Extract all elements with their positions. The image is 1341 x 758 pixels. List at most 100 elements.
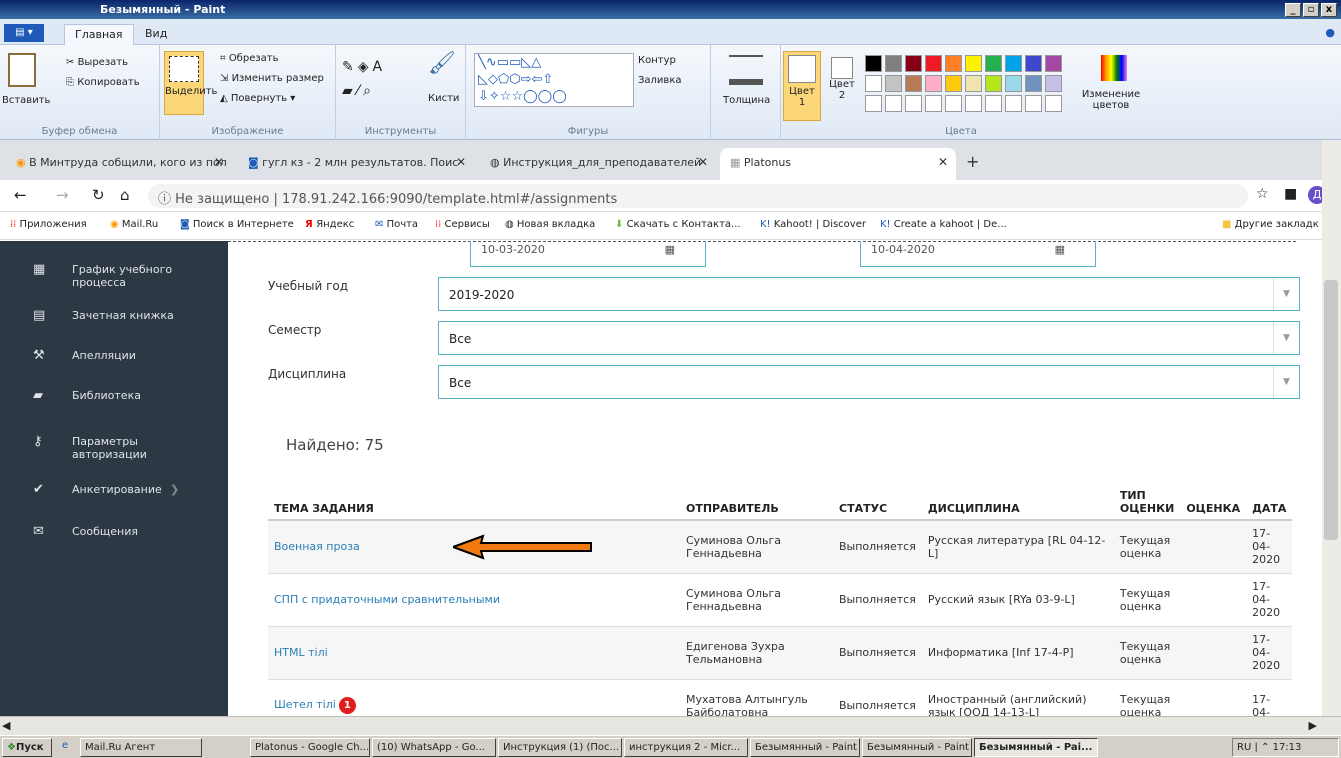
sidebar-item-appeals[interactable]: ⚒ Апелляции bbox=[0, 337, 228, 377]
assignment-link[interactable]: Военная проза bbox=[268, 519, 680, 573]
resize-button[interactable]: ⇲ Изменить размер bbox=[220, 73, 324, 84]
color-swatch[interactable] bbox=[865, 55, 882, 72]
sidebar-item-schedule[interactable]: ▦ График учебного процесса bbox=[0, 251, 228, 291]
taskbar-item-chrome-platonus[interactable]: Platonus - Google Ch... bbox=[250, 738, 370, 757]
browser-tab-1[interactable]: ◉ В Минтруда собщили, кого из пол ✕ bbox=[6, 148, 232, 180]
color-swatch[interactable] bbox=[925, 75, 942, 92]
start-button[interactable]: ❖Пуск bbox=[2, 738, 52, 757]
taskbar-item-chrome-whatsapp[interactable]: (10) WhatsApp - Go... bbox=[372, 738, 496, 757]
color-swatch[interactable] bbox=[985, 95, 1002, 112]
assignment-link[interactable]: HTML тілі bbox=[268, 625, 680, 679]
close-tab-icon[interactable]: ✕ bbox=[698, 155, 708, 169]
tool-icons-row1[interactable]: ✎◈A bbox=[342, 59, 386, 75]
color-swatch[interactable] bbox=[945, 95, 962, 112]
color-swatch[interactable] bbox=[1025, 75, 1042, 92]
col-grade[interactable]: ОЦЕНКА bbox=[1180, 476, 1247, 521]
color-swatch[interactable] bbox=[945, 55, 962, 72]
col-grade-type[interactable]: ТИП ОЦЕНКИ bbox=[1113, 476, 1181, 521]
color-swatch[interactable] bbox=[1045, 55, 1062, 72]
extension-icon[interactable]: ■ bbox=[1284, 186, 1297, 202]
color-swatch[interactable] bbox=[1005, 95, 1022, 112]
select-button[interactable]: Выделить bbox=[164, 51, 217, 115]
calendar-icon[interactable]: ▦ bbox=[665, 243, 675, 256]
bookmark-mailru[interactable]: ◉ Mail.Ru bbox=[110, 219, 158, 230]
ie-icon[interactable]: e bbox=[62, 740, 68, 751]
color-swatch[interactable] bbox=[905, 75, 922, 92]
scroll-right-icon[interactable]: ▶ bbox=[1309, 719, 1317, 732]
tab-home[interactable]: Главная bbox=[64, 24, 134, 45]
scroll-thumb[interactable] bbox=[1324, 280, 1338, 540]
color-swatch[interactable] bbox=[925, 55, 942, 72]
color-swatch[interactable] bbox=[1025, 55, 1042, 72]
col-date[interactable]: ДАТА bbox=[1246, 476, 1293, 521]
color-swatch[interactable] bbox=[965, 95, 982, 112]
color-swatch[interactable] bbox=[1045, 75, 1062, 92]
sidebar-item-messages[interactable]: ✉ Сообщения bbox=[0, 513, 228, 553]
color-swatch[interactable] bbox=[865, 75, 882, 92]
color-swatch[interactable] bbox=[1005, 55, 1022, 72]
close-button[interactable]: x bbox=[1321, 3, 1337, 17]
close-tab-icon[interactable]: ✕ bbox=[938, 155, 948, 169]
language-indicator[interactable]: RU bbox=[1237, 742, 1251, 753]
sidebar-item-library[interactable]: ▰ Библиотека bbox=[0, 377, 228, 417]
crop-button[interactable]: ⌗ Обрезать bbox=[220, 53, 279, 64]
taskbar-item-paint-active[interactable]: Безымянный - Pai... bbox=[974, 738, 1098, 757]
browser-tab-platonus[interactable]: ▦ Platonus ✕ bbox=[720, 148, 956, 180]
color-swatch[interactable] bbox=[965, 55, 982, 72]
year-select[interactable]: 2019-2020 ▼ bbox=[438, 277, 1300, 311]
help-icon[interactable]: ● bbox=[1325, 26, 1335, 39]
edit-colors-button[interactable]: Изменение цветов bbox=[1081, 89, 1141, 111]
color-swatch[interactable] bbox=[885, 55, 902, 72]
bookmark-services[interactable]: ⁞⁞ Сервисы bbox=[435, 219, 490, 230]
color-swatch[interactable] bbox=[985, 75, 1002, 92]
taskbar-item-paint-2[interactable]: Безымянный - Paint bbox=[862, 738, 972, 757]
sidebar-item-gradebook[interactable]: ▤ Зачетная книжка bbox=[0, 297, 228, 337]
pencil-icon[interactable]: ✎ bbox=[342, 59, 358, 75]
cut-button[interactable]: ✂ Вырезать bbox=[66, 57, 128, 68]
discipline-select[interactable]: Все ▼ bbox=[438, 365, 1300, 399]
maximize-button[interactable]: ▫ bbox=[1303, 3, 1319, 17]
bookmark-apps[interactable]: ⁞⁞ Приложения bbox=[10, 219, 87, 230]
back-icon[interactable]: ← bbox=[14, 186, 27, 204]
browser-tab-3[interactable]: ◍ Инструкция_для_преподавателей ✕ bbox=[480, 148, 716, 180]
col-status[interactable]: СТАТУС bbox=[833, 476, 922, 521]
magnifier-icon[interactable]: ⌕ bbox=[363, 83, 375, 99]
col-discipline[interactable]: ДИСЦИПЛИНА bbox=[921, 476, 1114, 521]
date-to-field[interactable]: 10-04-2020 ▦ bbox=[860, 241, 1096, 267]
taskbar-item-mailru[interactable]: Mail.Ru Агент bbox=[80, 738, 202, 757]
outline-button[interactable]: Контур bbox=[638, 55, 676, 66]
forward-icon[interactable]: → bbox=[56, 186, 69, 204]
bookmark-search[interactable]: ◙ Поиск в Интернете bbox=[180, 219, 294, 230]
bookmark-star-icon[interactable]: ☆ bbox=[1256, 186, 1269, 202]
copy-button[interactable]: ⎘ Копировать bbox=[66, 77, 140, 88]
date-from-field[interactable]: 10-03-2020 ▦ bbox=[470, 241, 706, 267]
bookmark-kahoot[interactable]: K! Kahoot! | Discover bbox=[760, 219, 866, 230]
brushes-button[interactable]: Кисти bbox=[428, 93, 459, 104]
home-icon[interactable]: ⌂ bbox=[120, 186, 130, 204]
calendar-icon[interactable]: ▦ bbox=[1055, 243, 1065, 256]
color-swatch[interactable] bbox=[1005, 75, 1022, 92]
tool-icons-row2[interactable]: ▰⁄⌕ bbox=[342, 83, 375, 99]
text-icon[interactable]: A bbox=[373, 59, 387, 75]
paste-button[interactable]: Вставить bbox=[2, 95, 50, 106]
rotate-button[interactable]: ◭ Повернуть ▾ bbox=[220, 93, 295, 104]
bookmark-vk-download[interactable]: ⬇ Скачать с Контакта... bbox=[615, 219, 741, 230]
bookmark-yandex[interactable]: Я Яндекс bbox=[305, 219, 354, 230]
taskbar-item-word-2[interactable]: инструкция 2 - Micr... bbox=[624, 738, 748, 757]
color-swatch[interactable] bbox=[905, 95, 922, 112]
color-swatch[interactable] bbox=[925, 95, 942, 112]
close-tab-icon[interactable]: ✕ bbox=[214, 155, 224, 169]
shapes-gallery[interactable]: ╲∿▭▭◺△ ◺◇⬠⬡⇨⇦⇧ ⇩✧☆☆◯◯◯ bbox=[474, 53, 634, 107]
size-button[interactable]: Толщина bbox=[723, 95, 770, 106]
color-swatch[interactable] bbox=[945, 75, 962, 92]
bookmark-other[interactable]: ■ Другие закладк bbox=[1222, 219, 1319, 230]
color-swatch[interactable] bbox=[865, 95, 882, 112]
fill-icon[interactable]: ◈ bbox=[358, 59, 373, 75]
assignment-link[interactable]: СПП с придаточными сравнительными bbox=[268, 572, 680, 626]
horizontal-scrollbar[interactable]: ◀ ▶ bbox=[0, 716, 1341, 735]
tab-view[interactable]: Вид bbox=[135, 24, 177, 45]
color-swatch[interactable] bbox=[985, 55, 1002, 72]
fill-button[interactable]: Заливка bbox=[638, 75, 682, 86]
scroll-left-icon[interactable]: ◀ bbox=[2, 719, 10, 732]
color-swatch[interactable] bbox=[905, 55, 922, 72]
